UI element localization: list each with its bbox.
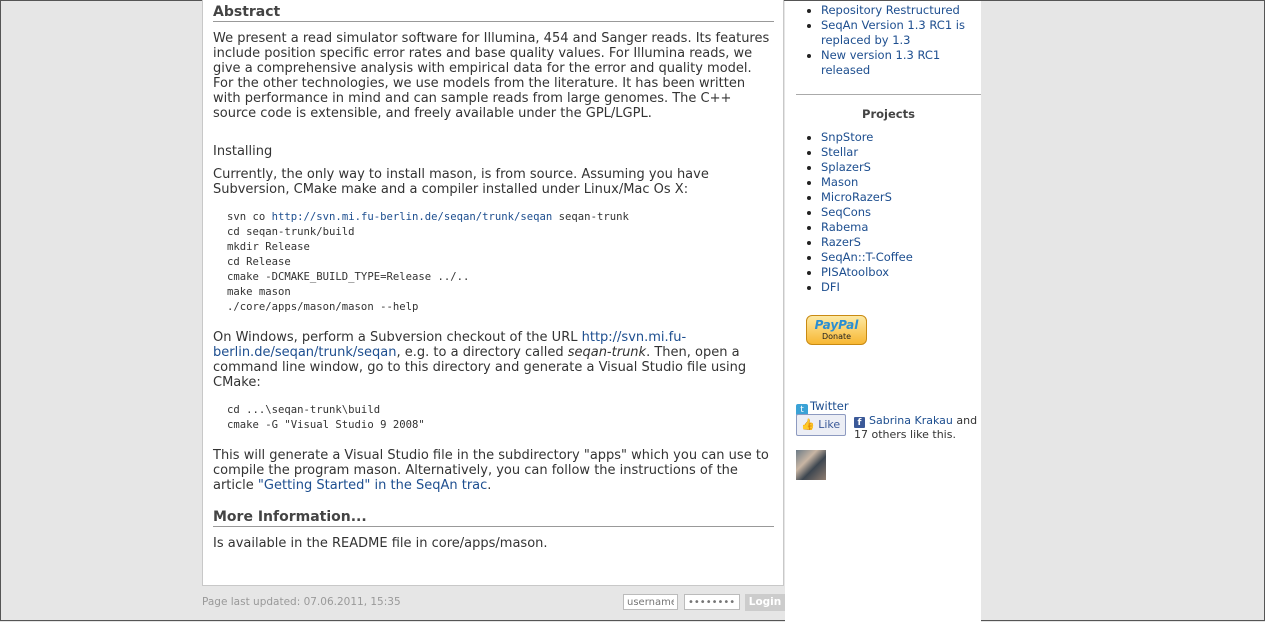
generate-text: This will generate a Visual Studio file …	[213, 448, 774, 493]
projects-list: SnpStore Stellar SplazerS Mason MicroRaz…	[807, 130, 913, 295]
code-line: cd seqan-trunk/build	[227, 226, 355, 238]
project-link-pisatoolbox[interactable]: PISAtoolbox	[821, 265, 889, 279]
project-link-razers[interactable]: RazerS	[821, 235, 861, 249]
paypal-donate-label: Donate	[821, 332, 852, 341]
projects-heading: Projects	[862, 107, 915, 121]
windows-text: On Windows, perform a Subversion checkou…	[213, 330, 582, 345]
facebook-icon: f	[854, 417, 865, 428]
project-link-tcoffee[interactable]: SeqAn::T-Coffee	[821, 250, 913, 264]
code-block-windows: cd ...\seqan-trunk\build cmake -G "Visua…	[227, 403, 425, 433]
installing-label: Installing	[213, 144, 273, 159]
news-item[interactable]: New version 1.3 RC1 released	[807, 48, 956, 78]
code-line: svn co	[227, 211, 272, 223]
windows-instructions: On Windows, perform a Subversion checkou…	[213, 330, 774, 390]
code-line: cd Release	[227, 256, 291, 268]
project-item[interactable]: SplazerS	[807, 160, 913, 175]
project-link-mason[interactable]: Mason	[821, 175, 858, 189]
twitter-label[interactable]: Twitter	[810, 399, 849, 413]
paypal-label: PayPal	[814, 318, 859, 332]
last-updated-text: Page last updated: 07.06.2011, 15:35	[202, 596, 401, 608]
sidebar-divider	[796, 94, 981, 95]
project-link-snpstore[interactable]: SnpStore	[821, 130, 873, 144]
code-line: ./core/apps/mason/mason --help	[227, 301, 419, 313]
code-line: cmake -G "Visual Studio 9 2008"	[227, 419, 425, 431]
facebook-like-text: f Sabrina Krakau and 17 others like this.	[854, 414, 981, 442]
install-intro: Currently, the only way to install mason…	[213, 167, 709, 197]
news-link-version-rc1[interactable]: New version 1.3 RC1 released	[821, 48, 940, 77]
project-link-rabema[interactable]: Rabema	[821, 220, 868, 234]
project-link-stellar[interactable]: Stellar	[821, 145, 858, 159]
directory-name: seqan-trunk	[567, 345, 647, 360]
generate-text-end: .	[487, 478, 492, 493]
code-line: mkdir Release	[227, 241, 310, 253]
password-input[interactable]	[684, 594, 740, 610]
code-line: cd ...\seqan-trunk\build	[227, 404, 381, 416]
more-info-heading: More Information...	[213, 509, 774, 527]
getting-started-link[interactable]: "Getting Started" in the SeqAn trac	[258, 478, 487, 493]
news-link-seqan-1-3[interactable]: SeqAn Version 1.3 RC1 is replaced by 1.3	[821, 18, 965, 47]
abstract-heading: Abstract	[213, 4, 774, 22]
code-line: cmake -DCMAKE_BUILD_TYPE=Release ../..	[227, 271, 470, 283]
code-block-linux: svn co http://svn.mi.fu-berlin.de/seqan/…	[227, 210, 629, 315]
project-item[interactable]: DFI	[807, 280, 913, 295]
code-line: make mason	[227, 286, 291, 298]
project-item[interactable]: SeqAn::T-Coffee	[807, 250, 913, 265]
project-item[interactable]: SnpStore	[807, 130, 913, 145]
windows-text: , e.g. to a directory called	[396, 345, 568, 360]
thumbs-up-icon: 👍	[801, 418, 815, 431]
project-link-dfi[interactable]: DFI	[821, 280, 840, 294]
liker-name-link[interactable]: Sabrina Krakau	[869, 414, 953, 427]
news-item[interactable]: Repository Restructured	[807, 3, 986, 18]
more-info-text: Is available in the README file in core/…	[213, 536, 548, 551]
project-item[interactable]: SeqCons	[807, 205, 913, 220]
project-item[interactable]: Rabema	[807, 220, 913, 235]
project-item[interactable]: RazerS	[807, 235, 913, 250]
news-item[interactable]: SeqAn Version 1.3 RC1 is replaced by 1.3	[807, 18, 986, 48]
project-link-seqcons[interactable]: SeqCons	[821, 205, 871, 219]
login-button[interactable]: Login	[745, 594, 785, 611]
facebook-like-button[interactable]: 👍 Like	[796, 414, 846, 436]
username-input[interactable]	[623, 594, 678, 610]
project-item[interactable]: Mason	[807, 175, 913, 190]
abstract-text: We present a read simulator software for…	[213, 31, 770, 121]
code-line: seqan-trunk	[552, 211, 629, 223]
avatar[interactable]	[796, 450, 826, 480]
project-item[interactable]: MicroRazerS	[807, 190, 913, 205]
news-link-repository-restructured[interactable]: Repository Restructured	[821, 3, 960, 17]
project-link-splazers[interactable]: SplazerS	[821, 160, 871, 174]
project-link-microrazers[interactable]: MicroRazerS	[821, 190, 892, 204]
paypal-donate-button[interactable]: PayPal Donate	[806, 315, 867, 345]
news-list: Repository Restructured SeqAn Version 1.…	[807, 3, 986, 78]
svn-url-link[interactable]: http://svn.mi.fu-berlin.de/seqan/trunk/s…	[272, 211, 553, 223]
project-item[interactable]: PISAtoolbox	[807, 265, 913, 280]
like-label: Like	[818, 418, 841, 431]
project-item[interactable]: Stellar	[807, 145, 913, 160]
paypal-logo: PayPal	[807, 318, 866, 332]
